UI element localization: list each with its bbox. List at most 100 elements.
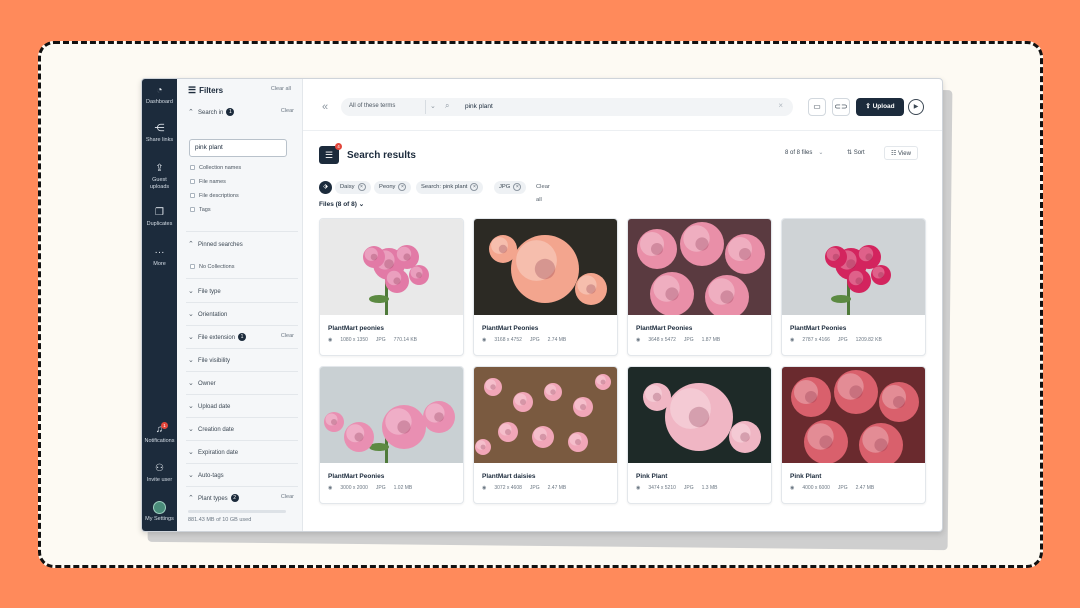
- chip-search[interactable]: Search: pink plant ×: [416, 181, 484, 194]
- file-title: Pink Plant: [790, 473, 822, 480]
- file-extension-clear[interactable]: Clear: [281, 333, 294, 339]
- pinned-no-collections[interactable]: No Collections: [190, 264, 234, 270]
- file-ext: JPG: [375, 485, 386, 491]
- file-size: 1.02 MB: [393, 485, 413, 491]
- filter-search-in[interactable]: ⌃ Search in 1 Clear: [188, 108, 298, 117]
- file-card[interactable]: PlantMart Peonies ◉ 2787 x 4166 JPG 1209.82 …: [781, 218, 926, 356]
- file-meta: ◉ 2787 x 4166 JPG 1209.82 KB: [790, 337, 890, 343]
- eye-icon[interactable]: ◉: [328, 337, 332, 343]
- rail-item[interactable]: ⇪ Guest uploads: [142, 163, 177, 190]
- file-meta: ◉ 1080 x 1350 JPG 770.14 KB: [328, 337, 425, 343]
- eye-icon[interactable]: ◉: [790, 485, 794, 491]
- filter-file-type[interactable]: ⌄ File type: [188, 287, 298, 295]
- rail-item[interactable]: My Settings: [142, 501, 177, 523]
- file-size: 2.74 MB: [547, 337, 567, 343]
- filter-plant-types[interactable]: ⌃ Plant types 2 Clear: [188, 494, 298, 503]
- chip-daisy[interactable]: Daisy ×: [335, 181, 371, 194]
- file-card[interactable]: Pink Plant ◉ 3474 x 5210 JPG 1.3 MB: [627, 366, 772, 504]
- sort-button[interactable]: ⇅ Sort: [841, 146, 871, 160]
- file-card[interactable]: PlantMart Peonies ◉ 3648 x 5472 JPG 1.87 MB: [627, 218, 772, 356]
- results-count[interactable]: 8 of 8 files ⌄: [785, 149, 823, 156]
- eye-icon[interactable]: ◉: [482, 485, 486, 491]
- app-window: ◔ Dashboard ⋲ Share links ⇪ Guest uploads ❐ Dup…: [141, 78, 943, 532]
- nav-rail: ◔ Dashboard ⋲ Share links ⇪ Guest uploads ❐ Dup…: [142, 79, 177, 531]
- close-icon[interactable]: ×: [778, 101, 783, 110]
- file-meta: ◉ 4000 x 6000 JPG 2.47 MB: [790, 485, 882, 491]
- filter-orientation[interactable]: ⌄ Orientation: [188, 310, 298, 318]
- rail-label: Share links: [145, 137, 174, 143]
- plant-types-clear[interactable]: Clear: [281, 494, 294, 500]
- file-size: 1209.82 KB: [855, 337, 882, 343]
- rail-item[interactable]: ⚇ Invite user: [142, 463, 177, 484]
- search-icon: ⌕: [445, 101, 450, 110]
- checkbox-tags[interactable]: Tags: [190, 207, 211, 213]
- close-icon[interactable]: ×: [398, 183, 407, 191]
- filter-expiration-date[interactable]: ⌄ Expiration date: [188, 448, 298, 456]
- eye-icon[interactable]: ◉: [636, 485, 640, 491]
- chips-clear-all[interactable]: Clear all: [536, 181, 550, 207]
- collapse-panel-icon[interactable]: «: [322, 101, 328, 113]
- page-title: Search results: [347, 150, 416, 161]
- rail-item[interactable]: ⋲ Share links: [142, 123, 177, 144]
- filter-file-extension[interactable]: ⌄ File extension 1 Clear: [188, 333, 298, 342]
- filter-owner[interactable]: ⌄ Owner: [188, 379, 298, 387]
- eye-icon[interactable]: ◉: [790, 337, 794, 343]
- avatar: [153, 501, 166, 514]
- checkbox-file-names[interactable]: File names: [190, 179, 226, 185]
- play-button[interactable]: ▶: [908, 99, 924, 115]
- rail-item[interactable]: ◔ Dashboard: [142, 85, 177, 106]
- file-dims: 3072 x 4608: [494, 485, 522, 491]
- filters-clear-all[interactable]: Clear all: [271, 86, 291, 92]
- file-card[interactable]: PlantMart peonies ◉ 1080 x 1350 JPG 770.14 K…: [319, 218, 464, 356]
- invite-user-icon: ⚇: [155, 463, 164, 474]
- file-dims: 3000 x 2000: [340, 485, 368, 491]
- upload-button[interactable]: ⇪ Upload: [856, 98, 904, 116]
- filter-creation-date[interactable]: ⌄ Creation date: [188, 425, 298, 433]
- rail-item[interactable]: ··· More: [142, 247, 177, 268]
- chip-jpg[interactable]: JPG ×: [494, 181, 527, 194]
- search-in-clear[interactable]: Clear: [281, 108, 294, 114]
- search-in-input[interactable]: pink plant: [189, 139, 287, 157]
- divider: [186, 278, 298, 279]
- close-icon[interactable]: ×: [470, 183, 479, 191]
- file-meta: ◉ 3168 x 4752 JPG 2.74 MB: [482, 337, 574, 343]
- filter-auto-tags[interactable]: ⌄ Auto-tags: [188, 471, 298, 479]
- search-input[interactable]: pink plant: [465, 103, 493, 110]
- link-icon: ⊂⊃: [834, 102, 848, 111]
- rail-item[interactable]: ❐ Duplicates: [142, 207, 177, 228]
- chevron-up-icon: ⌃: [188, 241, 194, 248]
- close-icon[interactable]: ×: [357, 183, 366, 191]
- search-scope-select[interactable]: All of these terms: [349, 103, 395, 109]
- file-size: 770.14 KB: [393, 337, 417, 343]
- filter-file-visibility[interactable]: ⌄ File visibility: [188, 356, 298, 364]
- link-button[interactable]: ⊂⊃: [832, 98, 850, 116]
- close-icon[interactable]: ×: [513, 183, 522, 191]
- file-dims: 3648 x 5472: [648, 337, 676, 343]
- storage-bar: [188, 510, 286, 513]
- checkbox-file-descriptions[interactable]: File descriptions: [190, 193, 239, 199]
- file-meta: ◉ 3072 x 4608 JPG 2.47 MB: [482, 485, 574, 491]
- checkbox-icon: [190, 193, 195, 199]
- chip-peony[interactable]: Peony ×: [374, 181, 412, 194]
- rail-item[interactable]: ♫ 1 Notifications: [142, 422, 177, 445]
- file-card[interactable]: PlantMart Peonies ◉ 3168 x 4752 JPG 2.74 MB: [473, 218, 618, 356]
- folder-button[interactable]: ▭: [808, 98, 826, 116]
- files-section-toggle[interactable]: Files (8 of 8) ⌄: [319, 200, 364, 208]
- file-card[interactable]: PlantMart Peonies ◉ 3000 x 2000 JPG 1.02 MB: [319, 366, 464, 504]
- chevron-down-icon[interactable]: ⌄: [425, 100, 436, 114]
- file-card[interactable]: PlantMart daisies ◉ 3072 x 4608 JPG 2.47 MB: [473, 366, 618, 504]
- eye-icon[interactable]: ◉: [328, 485, 332, 491]
- filters-panel: ☰ Filters Clear all ⌃ Search in 1 Clear pink…: [177, 79, 303, 531]
- file-dims: 2787 x 4166: [802, 337, 830, 343]
- divider: [186, 348, 298, 349]
- grid-icon: ☷: [891, 151, 899, 157]
- chevron-down-icon: ⌄: [188, 380, 194, 387]
- eye-icon[interactable]: ◉: [636, 337, 640, 343]
- view-button[interactable]: ☷ View: [884, 146, 918, 160]
- filter-pinned-searches[interactable]: ⌃ Pinned searches: [188, 240, 298, 248]
- eye-icon[interactable]: ◉: [482, 337, 486, 343]
- checkbox-collection-names[interactable]: Collection names: [190, 165, 241, 171]
- file-title: PlantMart Peonies: [482, 325, 539, 332]
- filter-upload-date[interactable]: ⌄ Upload date: [188, 402, 298, 410]
- file-card[interactable]: Pink Plant ◉ 4000 x 6000 JPG 2.47 MB: [781, 366, 926, 504]
